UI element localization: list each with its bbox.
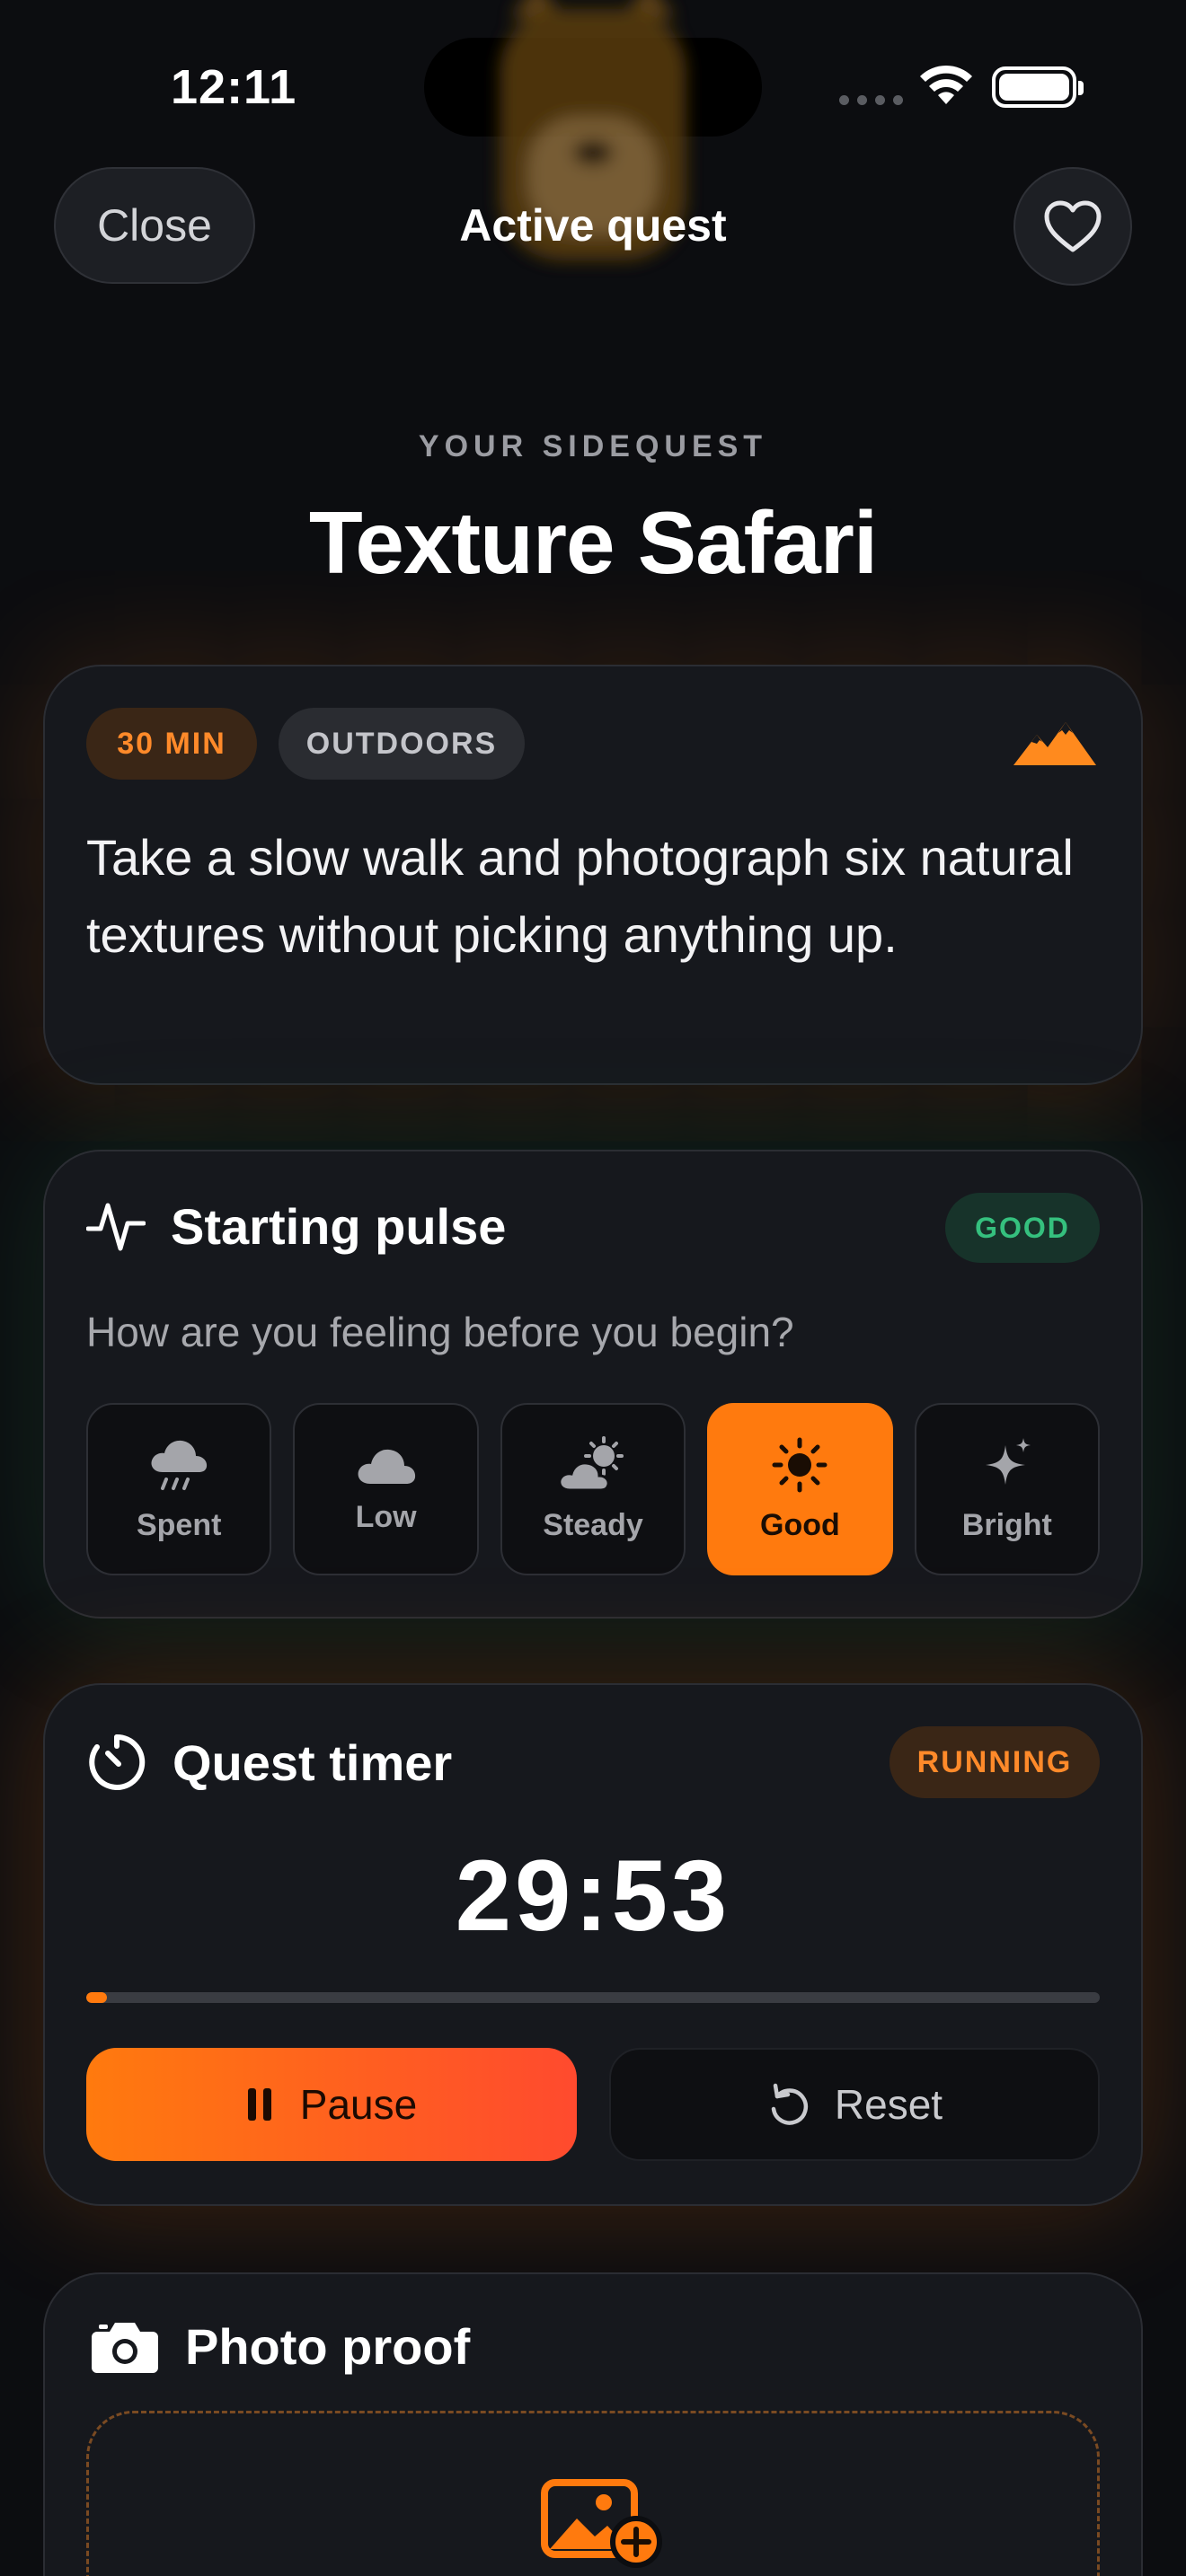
mood-option-low[interactable]: Low (293, 1403, 479, 1575)
pulse-question: How are you feeling before you begin? (86, 1309, 794, 1355)
mood-option-bright[interactable]: Bright (914, 1403, 1101, 1575)
pulse-icon (86, 1203, 146, 1251)
timer-status-badge: RUNNING (890, 1726, 1100, 1798)
pulse-header: Starting pulse (86, 1196, 506, 1256)
partly-sunny-icon (558, 1435, 624, 1491)
timer-title: Quest timer (173, 1734, 453, 1791)
quest-title: Texture Safari (308, 493, 878, 592)
mountain-icon (1013, 722, 1096, 765)
close-button[interactable]: Close (54, 167, 255, 284)
mood-option-good[interactable]: Good (707, 1403, 893, 1575)
setting-chip: OUTDOORS (279, 708, 525, 780)
quest-eyebrow: YOUR SIDEQUEST (418, 429, 768, 463)
cellular-signal-icon (839, 95, 903, 105)
cloud-icon (358, 1449, 415, 1484)
reset-icon (771, 2083, 808, 2125)
mood-label: Spent (136, 1507, 222, 1542)
photo-title: Photo proof (185, 2318, 471, 2375)
sun-icon (772, 1437, 828, 1492)
mood-label: Good (760, 1507, 840, 1542)
mood-selector: Spent Low Steady Good Bright (86, 1403, 1101, 1575)
pulse-status-badge: GOOD (945, 1193, 1100, 1263)
battery-cap (1078, 81, 1084, 95)
reset-label: Reset (834, 2081, 943, 2128)
duration-chip: 30 MIN (86, 708, 257, 780)
photo-header: Photo proof (90, 2317, 470, 2376)
quest-description: Take a slow walk and photograph six natu… (86, 829, 1074, 963)
timer-countdown: 29:53 (455, 1839, 731, 1952)
mood-label: Steady (543, 1507, 643, 1542)
wifi-icon (920, 65, 972, 104)
add-photo-icon (541, 2479, 662, 2568)
mood-label: Low (355, 1499, 417, 1534)
header-title: Active quest (459, 200, 727, 251)
heart-icon (1044, 200, 1102, 252)
pulse-title: Starting pulse (171, 1197, 507, 1255)
battery-icon (992, 66, 1076, 108)
mood-option-spent[interactable]: Spent (86, 1403, 272, 1575)
pause-icon (247, 2088, 271, 2121)
pause-label: Pause (299, 2081, 418, 2128)
mood-option-steady[interactable]: Steady (500, 1403, 686, 1575)
pause-button[interactable]: Pause (86, 2048, 577, 2161)
timer-progress-bar (86, 1992, 1100, 2003)
mood-label: Bright (961, 1507, 1052, 1542)
timer-icon (89, 1734, 146, 1790)
camera-icon (92, 2322, 158, 2373)
rain-cloud-icon (151, 1440, 208, 1490)
reset-button[interactable]: Reset (609, 2048, 1100, 2161)
favorite-button[interactable] (1013, 167, 1132, 286)
status-time: 12:11 (171, 60, 297, 114)
sparkles-icon (985, 1437, 1031, 1485)
timer-progress-fill (86, 1992, 107, 2003)
timer-header: Quest timer (86, 1732, 452, 1793)
